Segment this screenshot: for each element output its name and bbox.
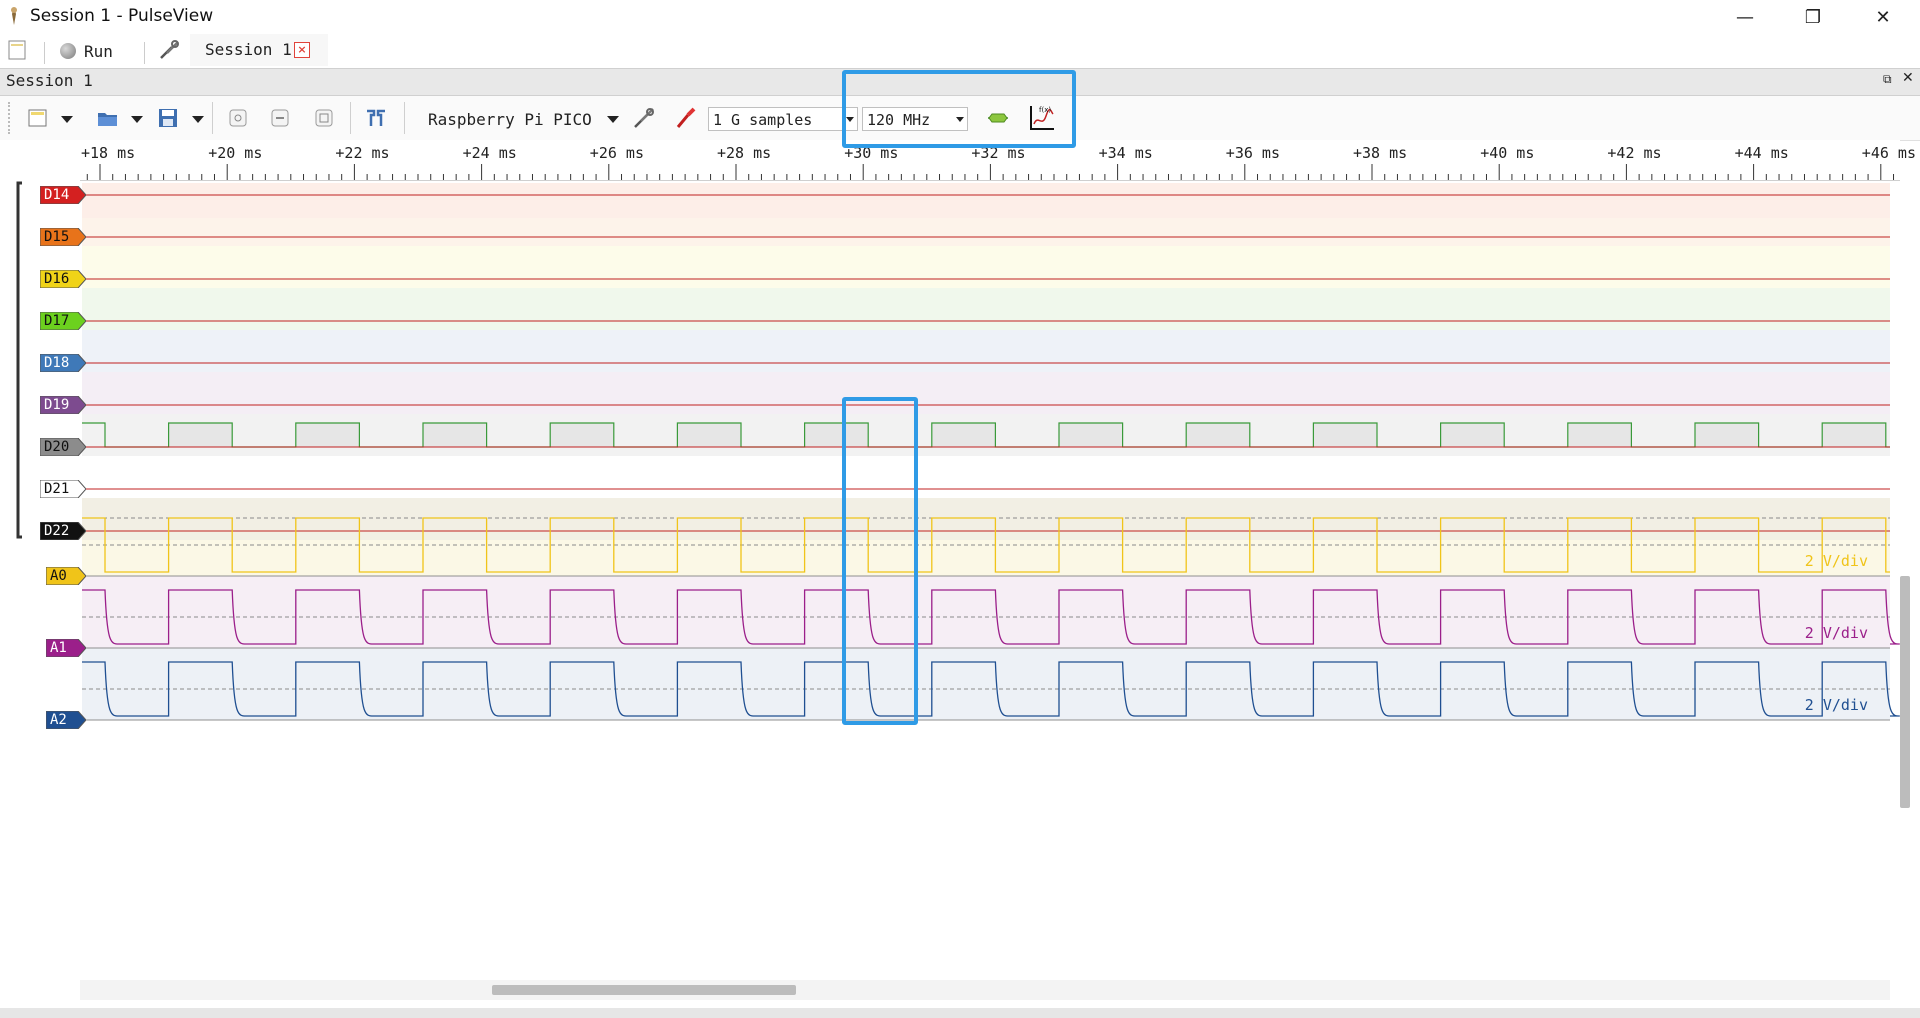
device-config-icon[interactable]: [158, 38, 182, 62]
title-bar: [0, 0, 1920, 34]
waveform-highlight-box: [842, 397, 918, 725]
new-view-dropdown-icon[interactable]: [61, 116, 73, 123]
clock-high-fill: [1059, 423, 1123, 447]
channel-label-d16[interactable]: D16: [40, 270, 86, 288]
zoom-in-icon[interactable]: [226, 106, 250, 130]
open-file-icon[interactable]: [96, 106, 120, 130]
digital-group-bracket: [16, 181, 22, 539]
channel-name: D20: [44, 439, 70, 455]
channel-label-a0[interactable]: A0: [46, 567, 86, 585]
channel-name: D22: [44, 523, 70, 539]
channel-name: D19: [44, 397, 70, 413]
vdiv-label-a2: 2 V/div: [1805, 696, 1868, 714]
channel-name: A0: [50, 568, 67, 584]
clock-high-fill: [1567, 423, 1632, 447]
open-dropdown-icon[interactable]: [131, 116, 143, 123]
toolbar-separator: [404, 102, 405, 134]
channel-band-d22: [82, 498, 1890, 540]
new-session-icon[interactable]: [8, 40, 26, 60]
status-bar: [0, 1008, 1920, 1018]
session-header-label: Session 1: [6, 71, 93, 90]
channel-band-d14: [82, 183, 1890, 218]
channel-band-d16: [82, 246, 1890, 288]
channel-band-d15: [82, 218, 1890, 246]
clock-high-fill: [1186, 423, 1250, 447]
vdiv-label-a1: 2 V/div: [1805, 624, 1868, 642]
clock-high-fill: [1822, 423, 1886, 447]
clock-high-fill: [1695, 423, 1759, 447]
clock-high-fill: [550, 423, 614, 447]
session-close-icon[interactable]: ✕: [1902, 70, 1914, 86]
waveform-canvas[interactable]: 2 V/div 2 V/div 2 V/div: [0, 140, 1920, 980]
channel-name: D14: [44, 187, 70, 203]
channel-name: A2: [50, 712, 67, 728]
sample-count-value: 1 G samples: [713, 111, 813, 129]
channel-label-a1[interactable]: A1: [46, 639, 86, 657]
clock-high-fill: [677, 423, 741, 447]
channel-band-a1: [82, 576, 1890, 648]
channel-label-d19[interactable]: D19: [40, 396, 86, 414]
channel-label-d18[interactable]: D18: [40, 354, 86, 372]
minimize-icon[interactable]: —: [1710, 0, 1780, 34]
save-file-icon[interactable]: [156, 106, 180, 130]
vertical-scrollbar-thumb[interactable]: [1900, 576, 1910, 808]
zoom-fit-icon[interactable]: [312, 106, 336, 130]
toolbar-separator: [44, 42, 45, 64]
tab-session-label: Session 1: [205, 40, 292, 59]
close-icon[interactable]: ✕: [1848, 0, 1918, 34]
channel-band-a2: [82, 648, 1890, 720]
channel-band-d19: [82, 372, 1890, 414]
channel-name: D18: [44, 355, 70, 371]
new-view-icon[interactable]: [26, 106, 50, 130]
channel-label-d17[interactable]: D17: [40, 312, 86, 330]
tab-close-icon[interactable]: ×: [294, 42, 310, 58]
restore-icon[interactable]: ❐: [1778, 0, 1848, 34]
channel-label-d15[interactable]: D15: [40, 228, 86, 246]
channel-name: A1: [50, 640, 67, 656]
channel-label-a2[interactable]: A2: [46, 711, 86, 729]
clock-high-fill: [168, 423, 233, 447]
probe-config-icon[interactable]: [674, 106, 698, 130]
clock-high-fill: [1440, 423, 1505, 447]
run-button[interactable]: Run: [60, 38, 113, 64]
channel-label-d22[interactable]: D22: [40, 522, 86, 540]
clock-high-fill: [1313, 423, 1377, 447]
run-icon: [60, 43, 76, 59]
channel-name: D17: [44, 313, 70, 329]
samplerate-highlight-box: [842, 70, 1076, 148]
pulseview-app-icon: [11, 7, 17, 25]
horizontal-scrollbar-thumb[interactable]: [492, 985, 796, 995]
zoom-out-icon[interactable]: [268, 106, 292, 130]
toolbar-grip: [8, 102, 14, 134]
device-selector-label[interactable]: Raspberry Pi PICO: [428, 110, 592, 129]
save-dropdown-icon[interactable]: [192, 116, 204, 123]
clock-high-fill: [295, 423, 360, 447]
channel-label-d14[interactable]: D14: [40, 186, 86, 204]
channel-name: D16: [44, 271, 70, 287]
clock-high-fill: [931, 423, 996, 447]
vdiv-label-a0: 2 V/div: [1805, 552, 1868, 570]
configure-device-icon[interactable]: [632, 106, 656, 130]
run-label: Run: [84, 41, 113, 61]
undock-icon[interactable]: ⧉: [1883, 72, 1892, 87]
toolbar-separator: [144, 42, 145, 64]
channel-band-d21: [82, 456, 1890, 498]
toolbar-separator: [350, 102, 351, 134]
channel-name: D21: [44, 481, 70, 497]
channel-label-d20[interactable]: D20: [40, 438, 86, 456]
channel-band-d18: [82, 330, 1890, 372]
sample-count-combo[interactable]: 1 G samples: [708, 107, 858, 131]
device-dropdown-icon[interactable]: [607, 116, 619, 123]
add-cursors-icon[interactable]: [364, 106, 388, 130]
toolbar-separator: [212, 102, 213, 134]
channel-name: D15: [44, 229, 70, 245]
horizontal-scrollbar[interactable]: [80, 980, 1890, 1000]
window-title: Session 1 - PulseView: [30, 6, 214, 26]
channel-label-d21[interactable]: D21: [40, 480, 86, 498]
channel-band-d17: [82, 288, 1890, 330]
clock-high-fill: [423, 423, 487, 447]
